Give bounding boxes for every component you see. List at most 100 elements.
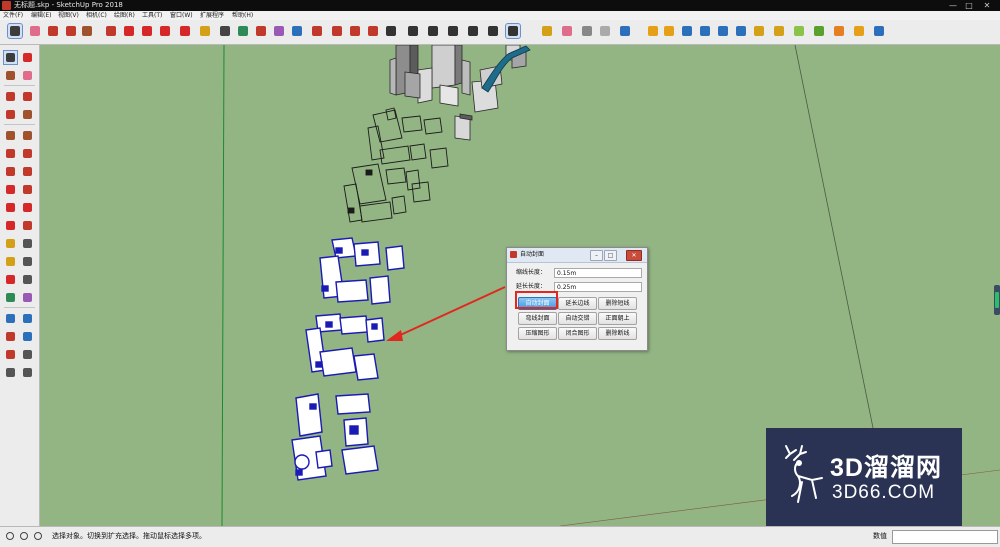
move-tool[interactable]	[4, 183, 17, 196]
delete-short-lines-button[interactable]: 删除短线	[598, 297, 637, 310]
section-plane-button[interactable]	[540, 24, 554, 38]
ruby-orange-button[interactable]	[832, 24, 846, 38]
ruby-gold-button[interactable]	[772, 24, 786, 38]
line-tool[interactable]	[4, 90, 17, 103]
shrink-length-input[interactable]	[554, 268, 642, 278]
section-plane-tool[interactable]	[21, 366, 34, 379]
pencil-line-button[interactable]	[46, 24, 60, 38]
freehand-tool[interactable]	[21, 90, 34, 103]
ruby-gem-button[interactable]	[752, 24, 766, 38]
ruby-rt-button[interactable]	[698, 24, 712, 38]
menu-draw[interactable]: 绘图(R)	[114, 11, 135, 20]
back-view-button[interactable]	[466, 24, 480, 38]
shape-button[interactable]	[80, 24, 94, 38]
select-arrow-button[interactable]	[7, 23, 23, 39]
pan-tool[interactable]	[21, 291, 34, 304]
sort-button[interactable]	[618, 24, 632, 38]
ruby-m-button[interactable]	[646, 24, 660, 38]
orbit-tool[interactable]	[4, 291, 17, 304]
face-up-button[interactable]: 正面朝上	[598, 312, 637, 325]
menu-extensions[interactable]: 扩展程序	[200, 11, 224, 20]
eraser-tool[interactable]	[21, 69, 34, 82]
rectangle-tool[interactable]	[4, 108, 17, 121]
ruby-r-button[interactable]	[680, 24, 694, 38]
make-component-tool[interactable]	[21, 51, 34, 64]
measurements-box[interactable]	[892, 530, 998, 544]
position-camera-tool[interactable]	[4, 348, 17, 361]
zoom-tool[interactable]	[4, 312, 17, 325]
follow-me-tool[interactable]	[21, 201, 34, 214]
paint-bucket-button[interactable]	[236, 24, 250, 38]
help-icon[interactable]	[34, 532, 42, 540]
text-button[interactable]	[218, 24, 232, 38]
axes-tool[interactable]	[4, 273, 17, 286]
two-point-arc-tool[interactable]	[21, 147, 34, 160]
ruby-spark-button[interactable]	[792, 24, 806, 38]
zoom-extents-tool[interactable]	[4, 330, 17, 343]
right-view-button[interactable]	[446, 24, 460, 38]
menu-window[interactable]: 窗口(W)	[170, 11, 193, 20]
shadow-button[interactable]	[598, 24, 612, 38]
3d-text-tool[interactable]	[21, 273, 34, 286]
menu-view[interactable]: 视图(V)	[58, 11, 79, 20]
orbit-button[interactable]	[254, 24, 268, 38]
tape-measure-tool[interactable]	[4, 237, 17, 250]
eraser-alt-button[interactable]	[560, 24, 574, 38]
cursor-button[interactable]	[505, 23, 521, 39]
circle-tool[interactable]	[4, 129, 17, 142]
protractor-tool[interactable]	[4, 255, 17, 268]
rotated-rectangle-tool[interactable]	[21, 108, 34, 121]
three-point-arc-tool[interactable]	[4, 165, 17, 178]
tape-measure-button[interactable]	[198, 24, 212, 38]
curve-face-button[interactable]: 弯线封面	[518, 312, 557, 325]
eraser-button[interactable]	[28, 24, 42, 38]
geo-location-icon[interactable]	[6, 532, 14, 540]
rotate-button[interactable]	[140, 24, 154, 38]
ruby-rb-button[interactable]	[716, 24, 730, 38]
arc-tool[interactable]	[4, 147, 17, 160]
close-shape-button[interactable]: 闭合图形	[558, 327, 597, 340]
left-view-button[interactable]	[486, 24, 500, 38]
walk-tool[interactable]	[4, 366, 17, 379]
credits-icon[interactable]	[20, 532, 28, 540]
menu-help[interactable]: 帮助(H)	[232, 11, 253, 20]
ruby-tag-button[interactable]	[662, 24, 676, 38]
zoom-window-tool[interactable]	[21, 312, 34, 325]
push-pull-button[interactable]	[104, 24, 118, 38]
ruby-grid-button[interactable]	[872, 24, 886, 38]
menu-camera[interactable]: 相机(C)	[86, 11, 107, 20]
minimize-button[interactable]: —	[946, 0, 960, 11]
look-around-tool[interactable]	[21, 348, 34, 361]
auto-intersect-button[interactable]: 自动交错	[558, 312, 597, 325]
menu-edit[interactable]: 编辑(E)	[31, 11, 51, 20]
ruby-leaf-button[interactable]	[812, 24, 826, 38]
push-pull-tool[interactable]	[21, 183, 34, 196]
dialog-close-button[interactable]: ✕	[626, 250, 642, 261]
warehouse-button[interactable]	[330, 24, 344, 38]
zoom-extents-button[interactable]	[310, 24, 324, 38]
zoom-button[interactable]	[290, 24, 304, 38]
scale-tool[interactable]	[4, 219, 17, 232]
extension-warehouse-button[interactable]	[348, 24, 362, 38]
pie-tool[interactable]	[21, 165, 34, 178]
ruby-dot-button[interactable]	[852, 24, 866, 38]
side-panel-handle[interactable]	[994, 285, 1000, 315]
ruby-help-button[interactable]	[734, 24, 748, 38]
offset-tool[interactable]	[21, 219, 34, 232]
front-view-button[interactable]	[426, 24, 440, 38]
offset-button[interactable]	[178, 24, 192, 38]
text-tool[interactable]	[21, 255, 34, 268]
delete-broken-lines-button[interactable]: 删除断线	[598, 327, 637, 340]
pan-button[interactable]	[272, 24, 286, 38]
rotate-tool[interactable]	[4, 201, 17, 214]
layout-button[interactable]	[366, 24, 380, 38]
iso-view-button[interactable]	[384, 24, 398, 38]
arc-button[interactable]	[64, 24, 78, 38]
previous-view-tool[interactable]	[21, 330, 34, 343]
polygon-tool[interactable]	[21, 129, 34, 142]
maximize-button[interactable]: □	[962, 0, 976, 11]
extend-length-input[interactable]	[554, 282, 642, 292]
menu-file[interactable]: 文件(F)	[3, 11, 23, 20]
dialog-minimize-button[interactable]: –	[590, 250, 603, 261]
dialog-maximize-button[interactable]: □	[604, 250, 617, 261]
